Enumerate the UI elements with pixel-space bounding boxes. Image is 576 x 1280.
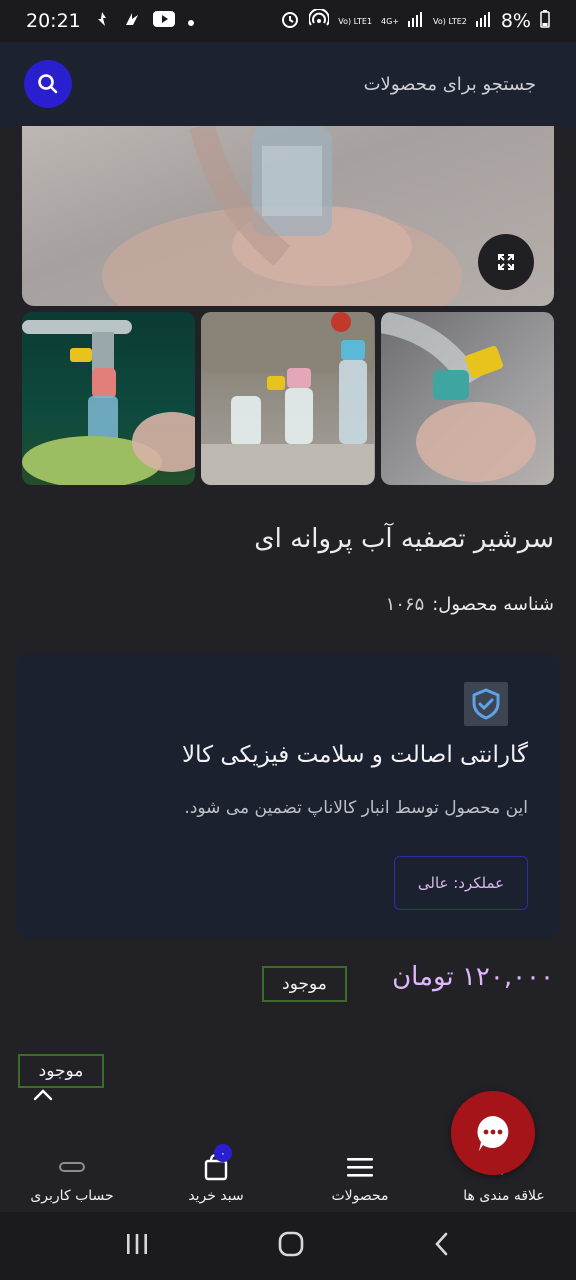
- network-1-label: Vo) LTE1: [338, 16, 373, 26]
- product-code-value: ۱۰۶۵: [385, 594, 425, 615]
- dot-icon: [187, 10, 195, 32]
- notification-icon-1: [93, 10, 111, 33]
- search-header: [0, 42, 576, 126]
- thumbnail-image[interactable]: [201, 312, 375, 485]
- chat-button[interactable]: [451, 1091, 535, 1175]
- product-code: شناسه محصول: ۱۰۶۵: [386, 594, 554, 615]
- guarantee-title: گارانتی اصالت و سلامت فیزیکی کالا: [181, 742, 528, 768]
- shield-check-icon: [464, 682, 508, 726]
- chat-bubble-icon: [477, 1116, 509, 1151]
- nav-label: سبد خرید: [188, 1188, 244, 1204]
- product-price: ۱۲۰,۰۰۰ تومان: [392, 962, 554, 992]
- thumbnail-strip: [22, 312, 554, 485]
- app-screen: 20:21 Vo) LTE1 4G+ Vo) LTE2 8% جستجو برا…: [0, 0, 576, 1280]
- guarantee-description: این محصول توسط انبار کالاناپ تضمین می شو…: [184, 798, 528, 818]
- status-bar: 20:21 Vo) LTE1 4G+ Vo) LTE2 8%: [0, 0, 576, 42]
- recent-apps-button[interactable]: [124, 1232, 150, 1260]
- thumbnail-image[interactable]: [22, 312, 196, 485]
- menu-icon: [346, 1150, 374, 1184]
- hotspot-icon: [308, 7, 331, 34]
- cart-count-badge: ۰: [214, 1144, 232, 1162]
- nav-label: حساب کاربری: [30, 1188, 114, 1204]
- youtube-icon: [152, 10, 175, 32]
- battery-icon: [540, 9, 550, 33]
- product-code-label: شناسه محصول:: [432, 594, 554, 615]
- recent-apps-icon: [126, 1234, 147, 1254]
- back-icon: [435, 1232, 448, 1256]
- alarm-icon: [280, 9, 300, 34]
- nav-label: محصولات: [331, 1188, 389, 1204]
- system-navigation-bar: [0, 1212, 576, 1280]
- back-button[interactable]: [432, 1231, 452, 1261]
- nav-item-account[interactable]: حساب کاربری: [0, 1140, 144, 1212]
- home-button[interactable]: [277, 1230, 305, 1262]
- home-icon: [278, 1231, 304, 1257]
- product-title: سرشیر تصفیه آب پروانه ای: [254, 524, 554, 554]
- search-input[interactable]: [72, 73, 552, 95]
- user-icon: [58, 1150, 86, 1184]
- search-button[interactable]: [24, 60, 72, 108]
- thumbnail-image[interactable]: [380, 312, 554, 485]
- status-time: 20:21: [26, 10, 81, 32]
- search-icon: [38, 74, 58, 94]
- nav-item-products[interactable]: محصولات: [288, 1140, 432, 1212]
- battery-level: 8%: [500, 10, 531, 32]
- stock-badge: موجود: [262, 966, 347, 1002]
- expand-icon: [498, 254, 514, 270]
- nav-item-cart[interactable]: ۰ سبد خرید: [144, 1140, 288, 1212]
- product-photo: [102, 126, 462, 306]
- expand-image-button[interactable]: [478, 234, 534, 290]
- network-type-label: 4G+: [381, 16, 400, 26]
- scroll-to-top-button[interactable]: [24, 1080, 62, 1110]
- product-main-image[interactable]: [22, 126, 554, 306]
- notification-icon-2: [123, 10, 141, 33]
- chevron-up-icon: [33, 1089, 53, 1101]
- network-2-label: Vo) LTE2: [433, 16, 467, 26]
- performance-badge: عملکرد: عالی: [394, 856, 528, 910]
- signal-icon-1: [408, 11, 424, 32]
- guarantee-card: گارانتی اصالت و سلامت فیزیکی کالا این مح…: [16, 654, 560, 938]
- signal-icon-2: [475, 11, 492, 32]
- nav-label: علاقه مندی ها: [463, 1188, 545, 1204]
- cart-icon: ۰: [203, 1144, 232, 1184]
